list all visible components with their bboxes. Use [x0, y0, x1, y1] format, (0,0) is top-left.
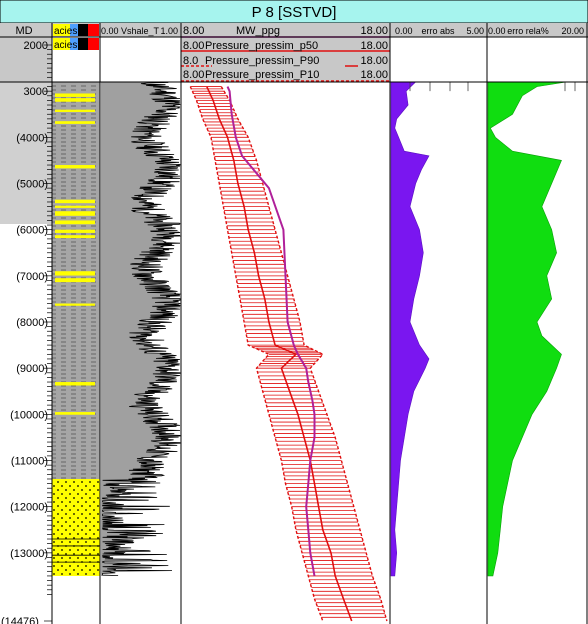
pressure-header-0-min: 8.00	[183, 25, 204, 37]
pressure-header-0-max: 18.00	[360, 25, 388, 37]
facies-swatch-red	[88, 24, 99, 36]
pressure-header-2-name: Pressure_pressim_P90	[205, 55, 319, 67]
erro-rela-area	[487, 81, 567, 577]
pressure-header-1-max: 18.00	[360, 40, 388, 52]
well-log-chart: P 8 [SSTVD] MD acies acies 0.00 Vshale_T…	[0, 0, 588, 624]
facies-sand-stringer	[55, 199, 95, 204]
facies-header-2: acies	[54, 40, 77, 51]
pressure-header-group: 8.00 MW_ppg 18.00 8.00 Pressure_pressim_…	[181, 23, 390, 82]
facies-sand-stringer	[55, 382, 95, 386]
pressure-header-3-max: 18.00	[360, 69, 388, 81]
rel-min: 0.00	[488, 26, 506, 36]
pressure-header-0-name: MW_ppg	[236, 25, 280, 37]
pressure-header-3-min: 8.00	[183, 69, 204, 81]
facies-sand-stringer	[55, 278, 95, 283]
facies-swatch-black-2	[78, 38, 88, 50]
depth-tick-label: (12000)	[10, 502, 48, 514]
depth-tick-label: (11000)	[11, 456, 48, 468]
facies-sand-stringer	[55, 165, 95, 169]
depth-tick-label: (4000)	[16, 132, 48, 144]
pressure-header-1-name: Pressure_pressim_p50	[205, 40, 318, 52]
abs-name: erro abs	[421, 26, 455, 36]
p50-curve	[206, 86, 353, 622]
depth-tick-label: (9000)	[16, 363, 48, 375]
shale-min: 0.00	[101, 26, 119, 36]
facies-track	[52, 81, 100, 576]
erro-abs-track	[390, 81, 430, 577]
depth-shaded-zone	[0, 82, 52, 224]
pressure-header-2-min: 8.0	[183, 55, 198, 67]
pressure-header-1-min: 8.00	[183, 40, 204, 52]
rel-max: 20.00	[561, 26, 584, 36]
facies-sand-stringer	[55, 235, 95, 239]
depth-tick-label: (10000)	[10, 409, 48, 421]
p10-curve	[220, 86, 388, 622]
abs-max: 5.00	[466, 26, 484, 36]
depth-tick-label: (7000)	[16, 271, 48, 283]
well-log-viewer: P 8 [SSTVD] MD acies acies 0.00 Vshale_T…	[0, 0, 588, 624]
depth-tick-label: (13000)	[10, 548, 48, 560]
depth-tick-label: 3000	[24, 86, 48, 98]
facies-swatch-red-2	[88, 38, 99, 50]
facies-sand-stringer	[55, 412, 95, 415]
facies-sand-stringer	[55, 303, 95, 306]
facies-sand-stringer	[55, 229, 95, 233]
depth-tick-label: (5000)	[16, 179, 48, 191]
facies-header-1: acies	[54, 26, 77, 37]
erro-rela-track	[409, 81, 576, 577]
facies-swatch-black	[78, 24, 88, 36]
depth-tick-label: (6000)	[16, 225, 48, 237]
depth-tick-label: (8000)	[16, 317, 48, 329]
facies-sand-stringer	[55, 271, 95, 276]
facies-sand-stringer	[55, 109, 95, 112]
well-title: P 8 [SSTVD]	[252, 4, 337, 21]
facies-sand-stringer	[55, 211, 95, 216]
abs-min: 0.00	[395, 26, 413, 36]
p90-curve	[189, 86, 324, 622]
facies-sand-stringer	[55, 93, 95, 97]
facies-sand-stringer	[55, 121, 95, 124]
shale-name: Vshale_T	[121, 26, 160, 36]
vshale-track	[101, 81, 182, 576]
shale-max: 1.00	[160, 26, 178, 36]
pressure-header-2-max: 18.00	[360, 55, 388, 67]
pressure-header-3-name: Pressure_pressim_P10	[205, 69, 319, 81]
depth-tick-label: (14476)	[1, 616, 39, 624]
erro-abs-area	[390, 81, 430, 577]
facies-sand-stringer	[55, 98, 95, 102]
facies-sand-stringer	[55, 205, 95, 208]
facies-sand-stringer	[55, 220, 95, 225]
depth-tick-label: 2000	[24, 40, 48, 52]
facies-sand-interval	[52, 478, 100, 576]
rel-name: erro rela%	[507, 26, 549, 36]
pressure-track	[189, 86, 388, 622]
md-header: MD	[15, 25, 32, 37]
